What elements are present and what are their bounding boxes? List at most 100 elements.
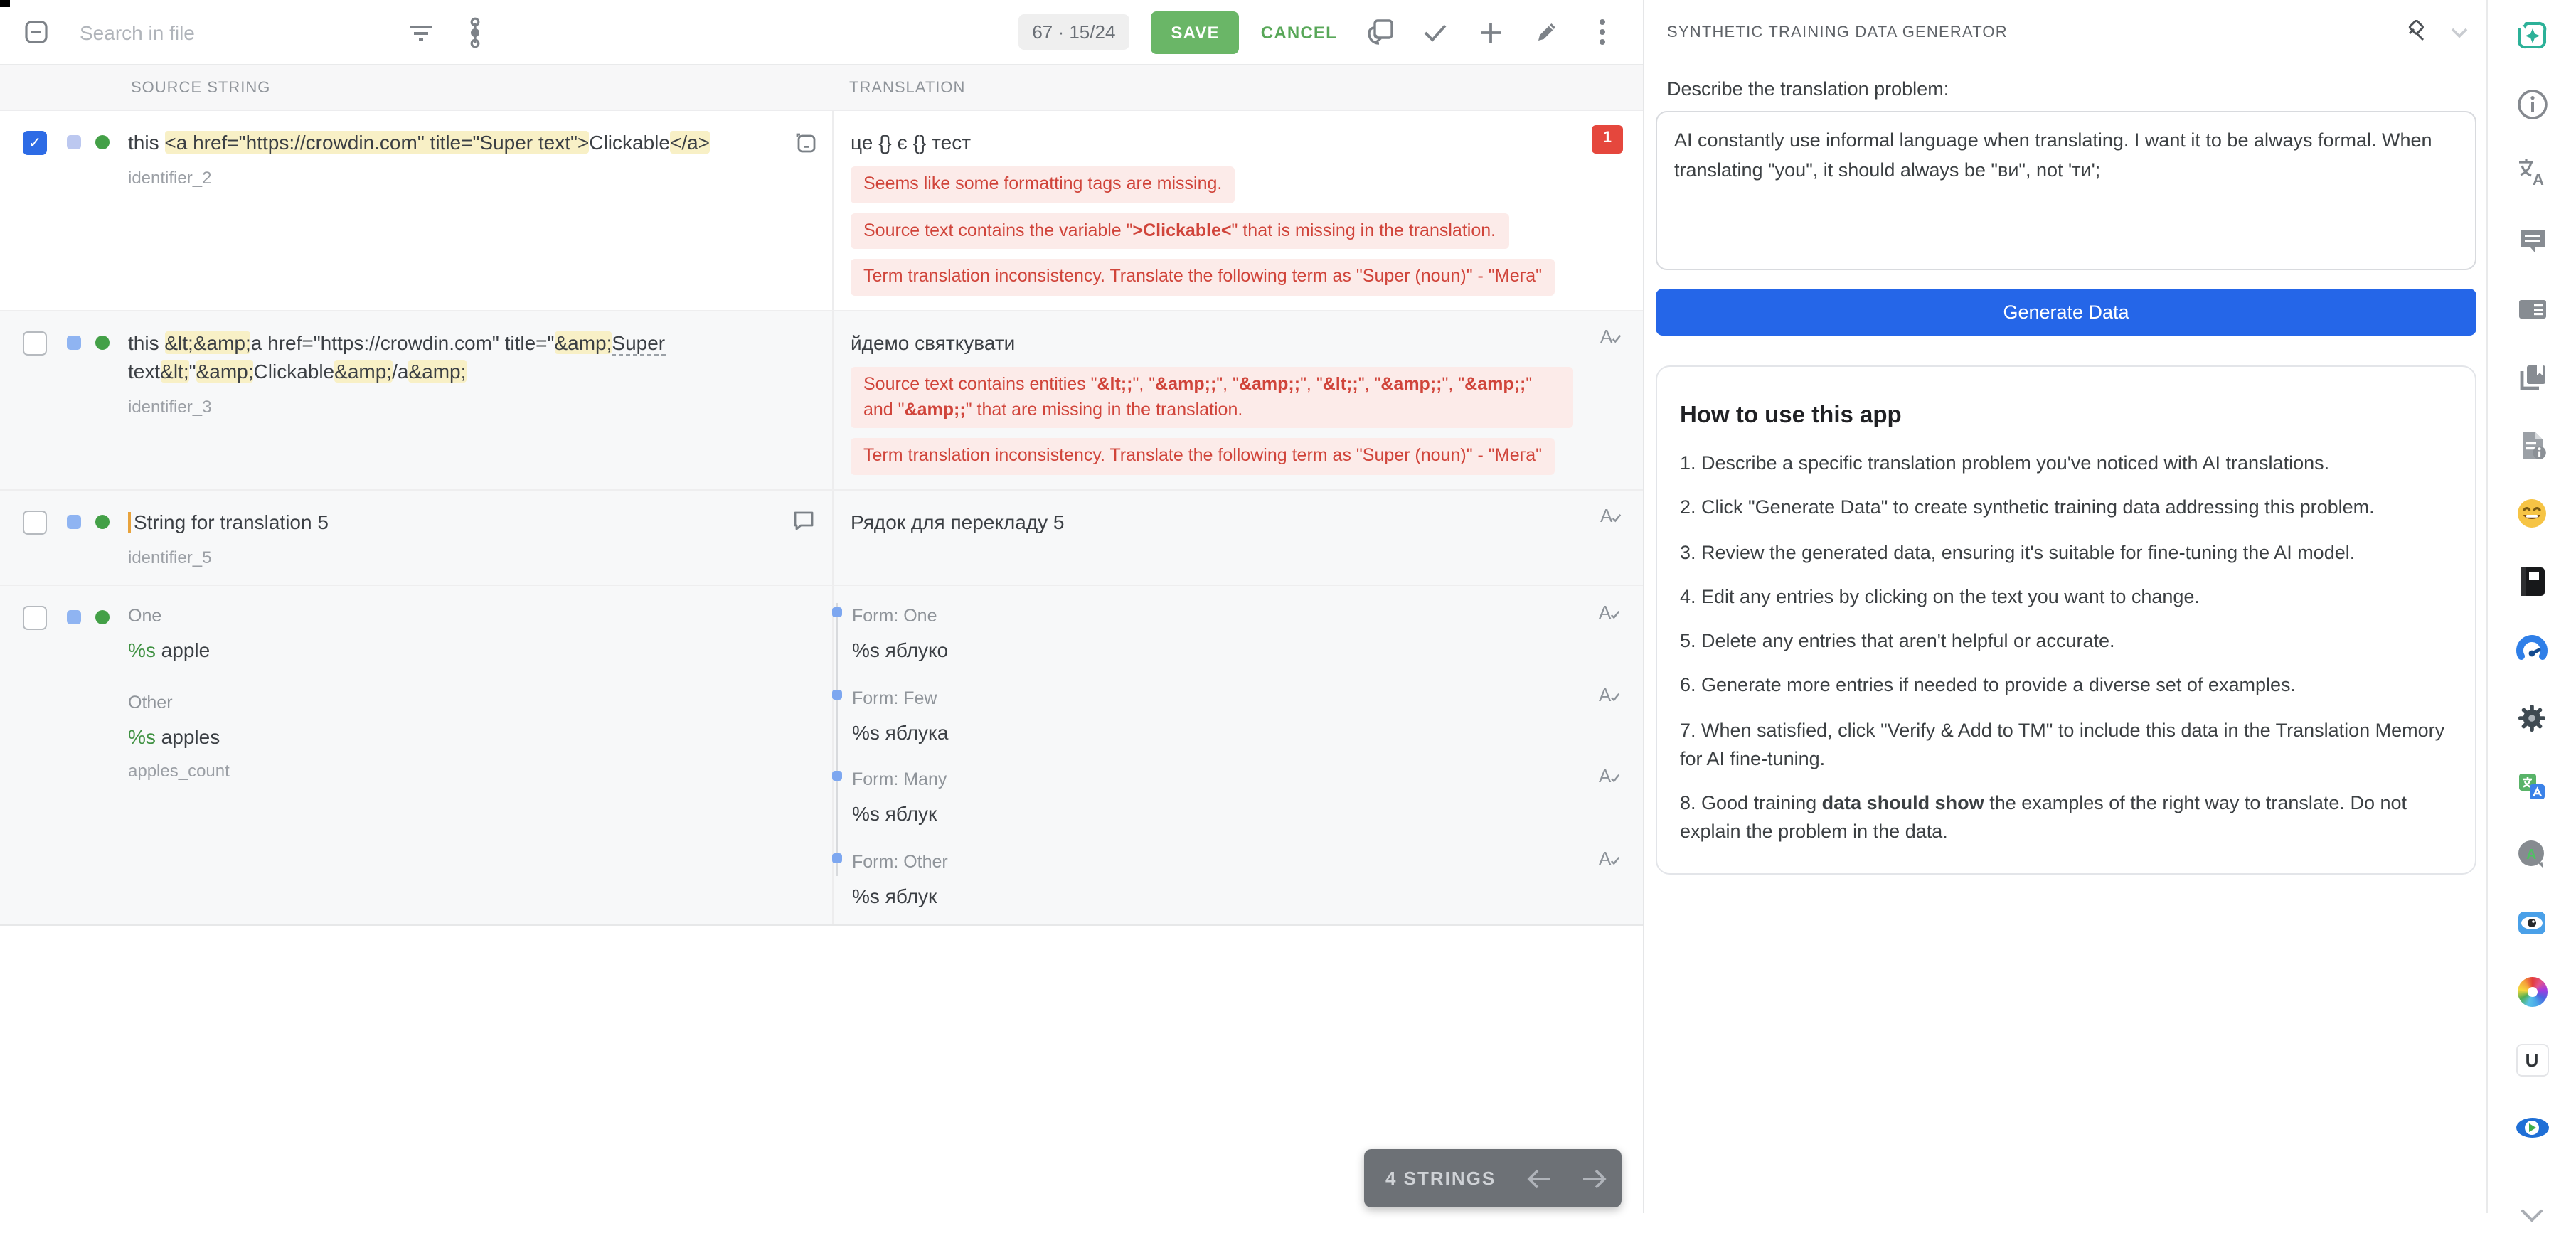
- plural-connector-line: [836, 604, 838, 876]
- string-identifier: identifier_2: [128, 167, 775, 192]
- source-string-cell[interactable]: String for translation 5 identifier_5: [128, 490, 775, 585]
- translation-text: Рядок для перекладу 5: [851, 507, 1623, 536]
- context-icon[interactable]: [2515, 292, 2549, 326]
- autotranslate-check-icon[interactable]: A: [1599, 764, 1622, 786]
- row-checkbox[interactable]: [23, 510, 47, 534]
- row-checkbox[interactable]: [23, 607, 47, 631]
- translation-text: %s яблук: [852, 800, 1623, 829]
- issues-count-badge[interactable]: 1: [1592, 125, 1623, 154]
- row-gutter: [0, 311, 128, 489]
- row-checkbox[interactable]: ✓: [23, 131, 47, 155]
- string-row[interactable]: ✓ this <a href="https://crowdin.com" tit…: [0, 111, 1643, 311]
- source-string-cell[interactable]: One %s apple Other %s apples apples_coun…: [128, 587, 775, 924]
- prev-page-arrow-icon[interactable]: [1526, 1168, 1551, 1188]
- screenshot-icon[interactable]: [792, 129, 816, 154]
- generate-data-button[interactable]: Generate Data: [1656, 289, 2476, 336]
- gauge-app-icon[interactable]: [2515, 633, 2549, 667]
- toolbar-actions: 67 · 15/24 SAVE CANCEL: [1018, 11, 1623, 53]
- panel-collapse-chevron-icon[interactable]: [2451, 26, 2468, 38]
- source-column-header: SOURCE STRING: [131, 79, 270, 96]
- more-options-icon[interactable]: [1580, 11, 1623, 53]
- plural-translation[interactable]: Form: Few %s яблука A: [852, 685, 1623, 747]
- row-extras: [775, 311, 834, 489]
- string-state-square: [67, 336, 81, 350]
- describe-problem-label: Describe the translation problem:: [1667, 78, 2465, 100]
- next-page-arrow-icon[interactable]: [1581, 1168, 1607, 1188]
- save-button[interactable]: SAVE: [1151, 11, 1239, 53]
- settings-gear-icon[interactable]: [2515, 701, 2549, 735]
- source-text: %s apple: [128, 636, 775, 666]
- comment-icon[interactable]: [792, 508, 815, 531]
- plural-marker: [832, 689, 842, 699]
- source-text: this &lt;&amp;a href="https://crowdin.co…: [128, 329, 775, 386]
- collapse-sidebar-icon[interactable]: [14, 11, 57, 53]
- howto-title: How to use this app: [1680, 402, 2452, 429]
- comments-icon[interactable]: [2515, 223, 2549, 257]
- string-identifier: apples_count: [128, 759, 775, 784]
- translation-text: це {} є {} тест: [851, 128, 1623, 157]
- cancel-button[interactable]: CANCEL: [1252, 11, 1346, 53]
- strings-count-label: 4 STRINGS: [1385, 1168, 1496, 1189]
- collapse-panel-icon[interactable]: [2515, 1199, 2549, 1233]
- plural-form-label: Form: Other: [852, 848, 1623, 874]
- translate-app-icon[interactable]: [2515, 769, 2549, 804]
- plural-translation[interactable]: Form: Other %s яблук A: [852, 848, 1623, 910]
- source-string-cell[interactable]: this &lt;&amp;a href="https://crowdin.co…: [128, 311, 775, 489]
- svg-text:A: A: [2533, 171, 2544, 188]
- plural-translation[interactable]: Form: Many %s яблук A: [852, 767, 1623, 828]
- filter-icon[interactable]: [400, 11, 442, 53]
- qa-warning: Term translation inconsistency. Translat…: [851, 438, 1555, 474]
- translation-cell[interactable]: Form: One %s яблуко A Form: Few %s яблук…: [834, 587, 1643, 924]
- preview-eye-app-icon[interactable]: [2515, 906, 2549, 940]
- pin-icon[interactable]: [2404, 20, 2428, 44]
- translation-column-header: TRANSLATION: [849, 79, 965, 96]
- howto-step: 6. Generate more entries if needed to pr…: [1680, 672, 2452, 701]
- string-row[interactable]: this &lt;&amp;a href="https://crowdin.co…: [0, 311, 1643, 491]
- translation-cell[interactable]: Рядок для перекладу 5 A: [834, 490, 1643, 585]
- plural-form-label: Form: Many: [852, 767, 1623, 792]
- file-info-icon[interactable]: [2515, 428, 2549, 462]
- glossary-book-app-icon[interactable]: [2515, 565, 2549, 599]
- approve-check-icon[interactable]: [1414, 11, 1457, 53]
- string-row[interactable]: String for translation 5 identifier_5 Ря…: [0, 490, 1643, 586]
- row-checkbox[interactable]: [23, 331, 47, 356]
- plural-form-label: Other: [128, 689, 775, 715]
- ai-generator-app-icon[interactable]: [2515, 18, 2549, 53]
- autotranslate-check-icon[interactable]: A: [1600, 324, 1623, 347]
- translation-cell[interactable]: це {} є {} тест 1 Seems like some format…: [834, 111, 1643, 310]
- app-panel: SYNTHETIC TRAINING DATA GENERATOR Descri…: [1643, 0, 2488, 1213]
- table-header: SOURCE STRING TRANSLATION: [0, 65, 1643, 111]
- row-extras: [775, 587, 834, 924]
- duplicates-icon[interactable]: [2515, 360, 2549, 394]
- autotranslate-check-icon[interactable]: A: [1599, 601, 1622, 624]
- progress-counter: 67 · 15/24: [1018, 14, 1129, 50]
- autotranslate-check-icon[interactable]: A: [1600, 503, 1623, 525]
- translation-text: %s яблуко: [852, 636, 1623, 666]
- string-state-square: [67, 514, 81, 528]
- info-icon[interactable]: [2515, 87, 2549, 121]
- chat-translate-app-icon[interactable]: A: [2515, 838, 2549, 872]
- emoji-app-icon[interactable]: [2515, 496, 2549, 530]
- autotranslate-check-icon[interactable]: A: [1599, 682, 1622, 705]
- string-identifier: identifier_5: [128, 546, 775, 571]
- display-settings-icon[interactable]: [454, 11, 496, 53]
- string-row[interactable]: One %s apple Other %s apples apples_coun…: [0, 587, 1643, 926]
- qa-warning: Source text contains the variable ">Clic…: [851, 213, 1508, 250]
- copy-source-icon[interactable]: [1358, 11, 1401, 53]
- problem-description-textarea[interactable]: AI constantly use informal language when…: [1656, 111, 2476, 270]
- plural-translation[interactable]: Form: One %s яблуко A: [852, 604, 1623, 666]
- source-text: %s apples: [128, 722, 775, 752]
- source-string-cell[interactable]: this <a href="https://crowdin.com" title…: [128, 111, 775, 310]
- translation-cell[interactable]: йдемо святкувати A Source text contains …: [834, 311, 1643, 489]
- machine-translation-icon[interactable]: A: [2515, 155, 2549, 189]
- search-input[interactable]: [77, 19, 374, 45]
- visual-review-app-icon[interactable]: [2515, 1111, 2549, 1145]
- color-wheel-app-icon[interactable]: [2515, 974, 2549, 1008]
- row-extras: [775, 111, 834, 310]
- add-string-icon[interactable]: [1469, 11, 1512, 53]
- string-identifier: identifier_3: [128, 396, 775, 421]
- app-panel-header: SYNTHETIC TRAINING DATA GENERATOR: [1644, 0, 2488, 64]
- autotranslate-check-icon[interactable]: A: [1599, 845, 1622, 868]
- edit-pencil-icon[interactable]: [1525, 11, 1568, 53]
- letter-u-app-icon[interactable]: U: [2515, 1042, 2549, 1077]
